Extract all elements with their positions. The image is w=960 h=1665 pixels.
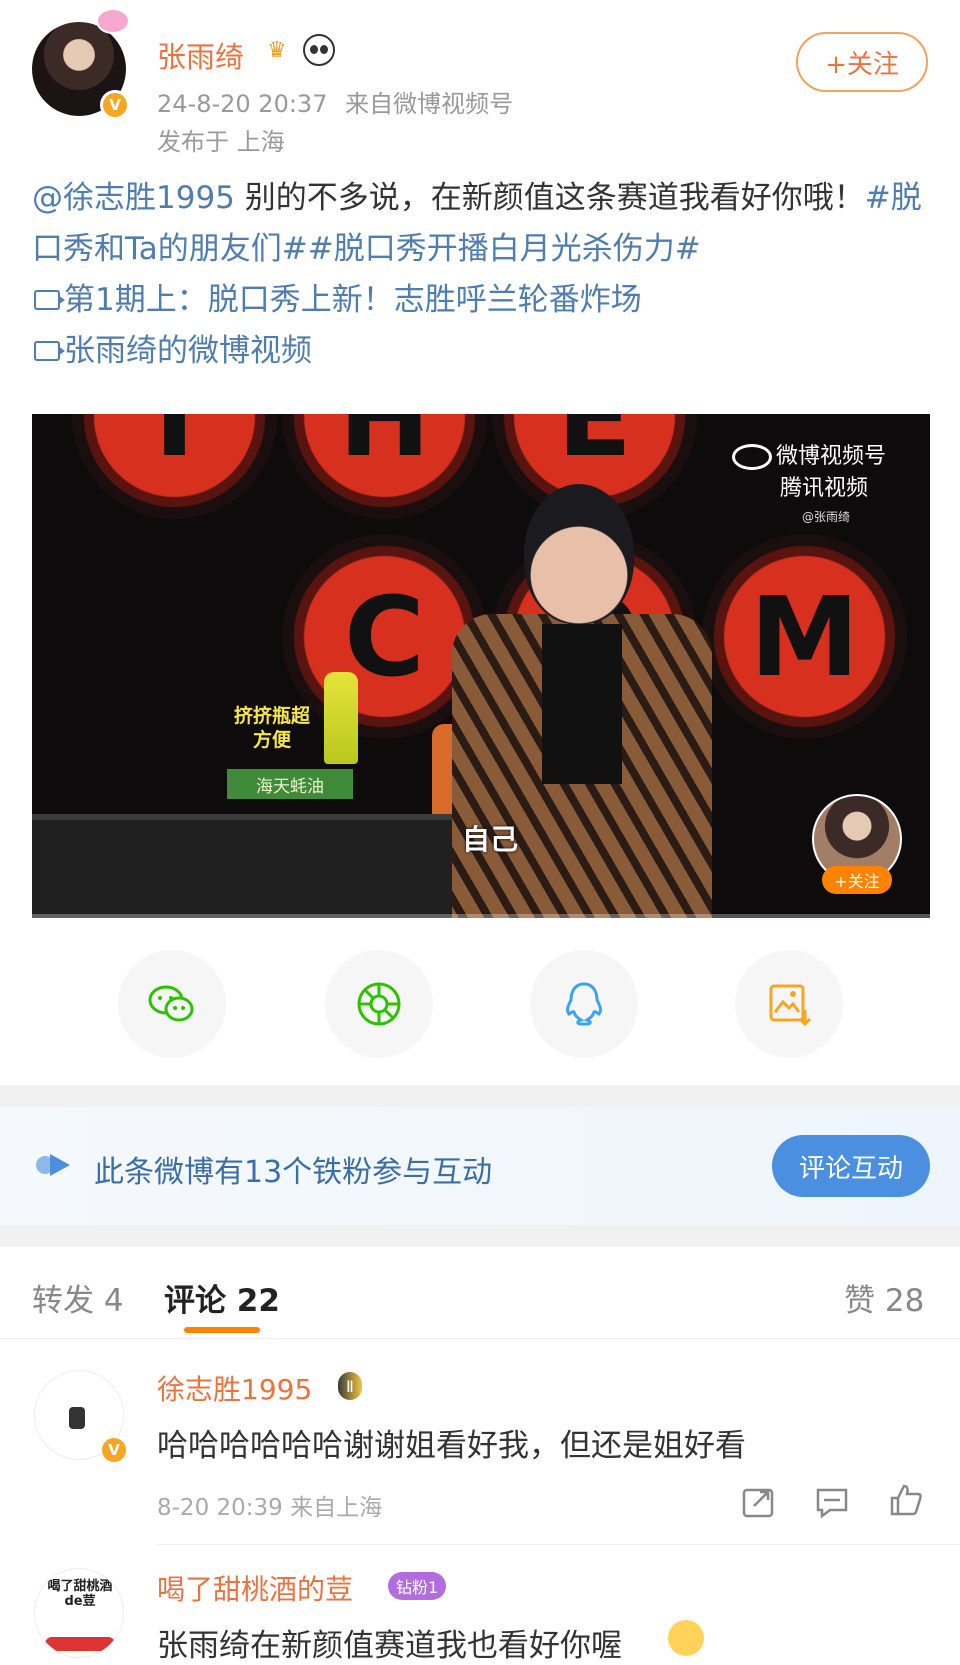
episode-link[interactable]: 第1期上：脱口秀上新！志胜呼兰轮番炸场 (32, 282, 642, 318)
comment-icon (816, 1488, 848, 1519)
tab-active-indicator (184, 1327, 260, 1333)
save-image-icon (769, 984, 812, 1027)
video-icon (34, 289, 65, 310)
video-player[interactable]: T H E C O M 挤挤瓶超方便 海天蚝油 微博视频号 腾讯视频 @张雨绮 … (32, 414, 930, 918)
comment-text: 哈哈哈哈哈哈谢谢姐看好我，但还是姐好看 (157, 1428, 746, 1464)
commenter-name[interactable]: 喝了甜桃酒的荳 (157, 1568, 353, 1608)
avatar-text: 喝了甜桃酒de荳 (47, 1579, 113, 1609)
section-divider (0, 1085, 960, 1107)
desk (32, 814, 452, 918)
comment-text: 张雨绮在新颜值赛道我也看好你喔 (157, 1628, 622, 1664)
bottle (324, 672, 358, 764)
post-text: @徐志胜1995 别的不多说，在新颜值这条赛道我看好你哦！#脱口秀和Ta的朋友们… (32, 173, 932, 377)
ad-sign-yellow: 挤挤瓶超方便 (233, 705, 310, 751)
tab-comment[interactable]: 评论 22 (164, 1275, 280, 1320)
repost-icon (742, 1488, 774, 1518)
fans-text: 此条微博有13个铁粉参与互动 (94, 1155, 493, 1190)
post-location: 发布于 上海 (157, 128, 285, 156)
video-progress-bar[interactable] (32, 914, 930, 918)
moments-icon (357, 982, 401, 1026)
follow-button[interactable]: +关注 (796, 32, 928, 92)
thumbs-up-icon (890, 1484, 922, 1516)
emoji-icon (668, 1620, 704, 1656)
video-subtitle: 自己 (462, 823, 519, 856)
share-row (0, 950, 960, 1060)
weibo-logo-icon (732, 444, 772, 470)
share-moments-button[interactable] (325, 950, 433, 1058)
qq-icon (566, 982, 602, 1026)
video-link[interactable]: 张雨绮的微博视频 (32, 333, 312, 369)
mention-link[interactable]: @徐志胜1995 (32, 180, 235, 216)
member-badge: Ⅱ (338, 1372, 362, 1400)
share-qq-button[interactable] (530, 950, 638, 1058)
comment-interact-button[interactable]: 评论互动 (772, 1135, 930, 1197)
avatar-decoration-icon (96, 8, 130, 34)
commenter-avatar[interactable]: 喝了甜桃酒de荳 (34, 1568, 124, 1658)
comment-divider (157, 1544, 960, 1545)
ad-sign-green: 海天蚝油 (227, 769, 353, 799)
tab-bar: 转发 4 评论 22 赞 28 (0, 1247, 960, 1339)
section-divider (0, 1225, 960, 1247)
panda-icon (303, 34, 335, 66)
fan-badge: 钻粉1 (388, 1572, 447, 1600)
wechat-icon (148, 985, 194, 1022)
post-source: 来自微博视频号 (345, 90, 514, 118)
post-body: 别的不多说，在新颜值这条赛道我看好你哦！ (234, 180, 865, 216)
hashtag-link[interactable]: #脱口秀开播白月光杀伤力# (308, 231, 701, 267)
fans-interaction-bar: 此条微博有13个铁粉参与互动 评论互动 (0, 1107, 960, 1225)
stage-letter: T (72, 414, 277, 519)
stage-letter: M (702, 534, 907, 739)
watermark: 微博视频号 腾讯视频 @张雨绮 (732, 438, 922, 524)
commenter-name[interactable]: 徐志胜1995 (157, 1368, 312, 1408)
tab-like[interactable]: 赞 28 (844, 1275, 924, 1320)
verified-icon: V (99, 1435, 129, 1465)
like-comment-button[interactable] (886, 1480, 926, 1520)
post-time-source: 24-8-20 20:37 来自微博视频号 (157, 84, 513, 119)
author-avatar[interactable]: V (32, 8, 130, 120)
repost-comment-button[interactable] (738, 1482, 778, 1522)
commenter-avatar[interactable]: V (34, 1370, 129, 1465)
comment-meta: 8-20 20:39 来自上海 (157, 1495, 383, 1521)
share-wechat-button[interactable] (118, 950, 226, 1058)
post-header: V 张雨绮 ♛ 24-8-20 20:37 来自微博视频号 发布于 上海 +关注 (0, 0, 960, 160)
video-follow-button[interactable]: +关注 (822, 866, 892, 894)
share-save-image-button[interactable] (735, 950, 843, 1058)
reply-comment-button[interactable] (812, 1482, 852, 1522)
tab-repost[interactable]: 转发 4 (32, 1275, 124, 1320)
crown-icon: ♛ (267, 38, 287, 63)
author-name[interactable]: 张雨绮 (157, 34, 244, 76)
video-icon (34, 340, 65, 361)
post-time: 24-8-20 20:37 (157, 90, 328, 118)
verified-icon: V (100, 90, 130, 120)
fans-icon (36, 1154, 70, 1176)
